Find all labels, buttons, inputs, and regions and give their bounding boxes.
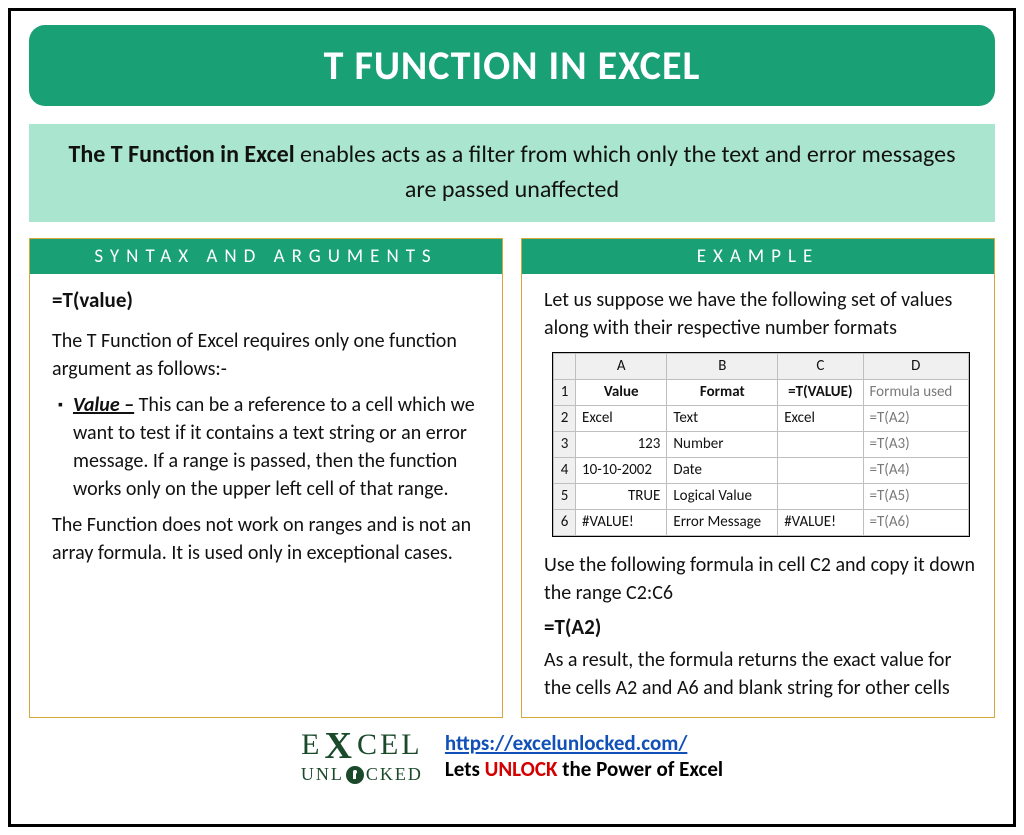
- cell-B: Text: [667, 405, 778, 431]
- syntax-note: The Function does not work on ranges and…: [52, 511, 484, 567]
- footer-text: https://excelunlocked.com/ Lets UNLOCK t…: [445, 730, 723, 782]
- example-table: A B C D 1 Value Format =T(VALUE) Formula…: [553, 353, 969, 536]
- cell-C: [778, 483, 863, 509]
- cell-B: Number: [667, 431, 778, 457]
- example-use-note: Use the following formula in cell C2 and…: [544, 551, 976, 607]
- cell-A: #VALUE!: [576, 509, 667, 535]
- logo-unl: UNL: [301, 766, 344, 783]
- example-formula: =T(A2): [544, 613, 976, 642]
- table-row: 3 123 Number =T(A3): [554, 431, 969, 457]
- col-C: C: [778, 353, 863, 379]
- logo-row1: E X CEL: [301, 728, 423, 764]
- example-header: EXAMPLE: [522, 239, 994, 274]
- cell-C: Excel: [778, 405, 863, 431]
- example-table-wrap: A B C D 1 Value Format =T(VALUE) Formula…: [552, 352, 970, 537]
- cell-C: [778, 457, 863, 483]
- logo: E X CEL UNL CKED: [301, 728, 423, 784]
- row-n: 3: [554, 431, 576, 457]
- description-bold: The T Function in Excel: [69, 140, 295, 169]
- cell-D: =T(A3): [863, 431, 969, 457]
- tagline-pre: Lets: [445, 756, 485, 782]
- row-n: 4: [554, 457, 576, 483]
- table-row: 2 Excel Text Excel =T(A2): [554, 405, 969, 431]
- cell-C: #VALUE!: [778, 509, 863, 535]
- table-row: 4 10-10-2002 Date =T(A4): [554, 457, 969, 483]
- table-colheaders: A B C D: [554, 353, 969, 379]
- hdr-C: =T(VALUE): [778, 379, 863, 405]
- description-banner: The T Function in Excel enables acts as …: [29, 124, 995, 222]
- cell-C: [778, 431, 863, 457]
- logo-row2: UNL CKED: [301, 766, 423, 784]
- cell-A: 10-10-2002: [576, 457, 667, 483]
- tagline-mid: UNLOCK: [485, 756, 558, 782]
- argument-name: Value –: [73, 393, 134, 417]
- example-panel: EXAMPLE Let us suppose we have the follo…: [521, 238, 995, 718]
- footer: E X CEL UNL CKED https://excelunlocked.c…: [29, 728, 995, 784]
- example-body: Let us suppose we have the following set…: [522, 274, 994, 702]
- logo-CEL: CEL: [357, 731, 423, 760]
- cell-B: Logical Value: [667, 483, 778, 509]
- table-row: 5 TRUE Logical Value =T(A5): [554, 483, 969, 509]
- logo-E: E: [301, 731, 322, 760]
- syntax-body: =T(value) The T Function of Excel requir…: [30, 274, 502, 567]
- cell-D: =T(A5): [863, 483, 969, 509]
- cell-A: Excel: [576, 405, 667, 431]
- col-D: D: [863, 353, 969, 379]
- row-1: 1: [554, 379, 576, 405]
- bullet-icon: ▪: [58, 391, 63, 503]
- logo-cked: CKED: [366, 766, 423, 783]
- page-title: T FUNCTION IN EXCEL: [29, 25, 995, 106]
- row-n: 6: [554, 509, 576, 535]
- description-text: enables acts as a filter from which only…: [295, 140, 956, 204]
- hdr-D: Formula used: [863, 379, 969, 405]
- columns: SYNTAX AND ARGUMENTS =T(value) The T Fun…: [29, 238, 995, 718]
- cell-B: Date: [667, 457, 778, 483]
- argument-text: Value – This can be a reference to a cel…: [73, 391, 484, 503]
- cell-D: =T(A2): [863, 405, 969, 431]
- row-n: 5: [554, 483, 576, 509]
- example-result: As a result, the formula returns the exa…: [544, 646, 976, 702]
- cell-D: =T(A4): [863, 457, 969, 483]
- cell-B: Error Message: [667, 509, 778, 535]
- table-header-row: 1 Value Format =T(VALUE) Formula used: [554, 379, 969, 405]
- table-row: 6 #VALUE! Error Message #VALUE! =T(A6): [554, 509, 969, 535]
- keyhole-icon: [346, 766, 364, 784]
- cell-D: =T(A6): [863, 509, 969, 535]
- syntax-argument: ▪ Value – This can be a reference to a c…: [58, 391, 484, 503]
- logo-X: X: [325, 728, 355, 764]
- example-intro: Let us suppose we have the following set…: [544, 286, 976, 342]
- corner-cell: [554, 353, 576, 379]
- syntax-formula: =T(value): [52, 286, 484, 315]
- syntax-header: SYNTAX AND ARGUMENTS: [30, 239, 502, 274]
- col-B: B: [667, 353, 778, 379]
- hdr-B: Format: [667, 379, 778, 405]
- row-n: 2: [554, 405, 576, 431]
- col-A: A: [576, 353, 667, 379]
- document-frame: T FUNCTION IN EXCEL The T Function in Ex…: [8, 8, 1016, 827]
- syntax-intro: The T Function of Excel requires only on…: [52, 327, 484, 383]
- argument-desc: This can be a reference to a cell which …: [73, 393, 475, 501]
- cell-A: 123: [576, 431, 667, 457]
- hdr-A: Value: [576, 379, 667, 405]
- footer-link[interactable]: https://excelunlocked.com/: [445, 730, 687, 756]
- syntax-panel: SYNTAX AND ARGUMENTS =T(value) The T Fun…: [29, 238, 503, 718]
- cell-A: TRUE: [576, 483, 667, 509]
- tagline-post: the Power of Excel: [557, 756, 723, 782]
